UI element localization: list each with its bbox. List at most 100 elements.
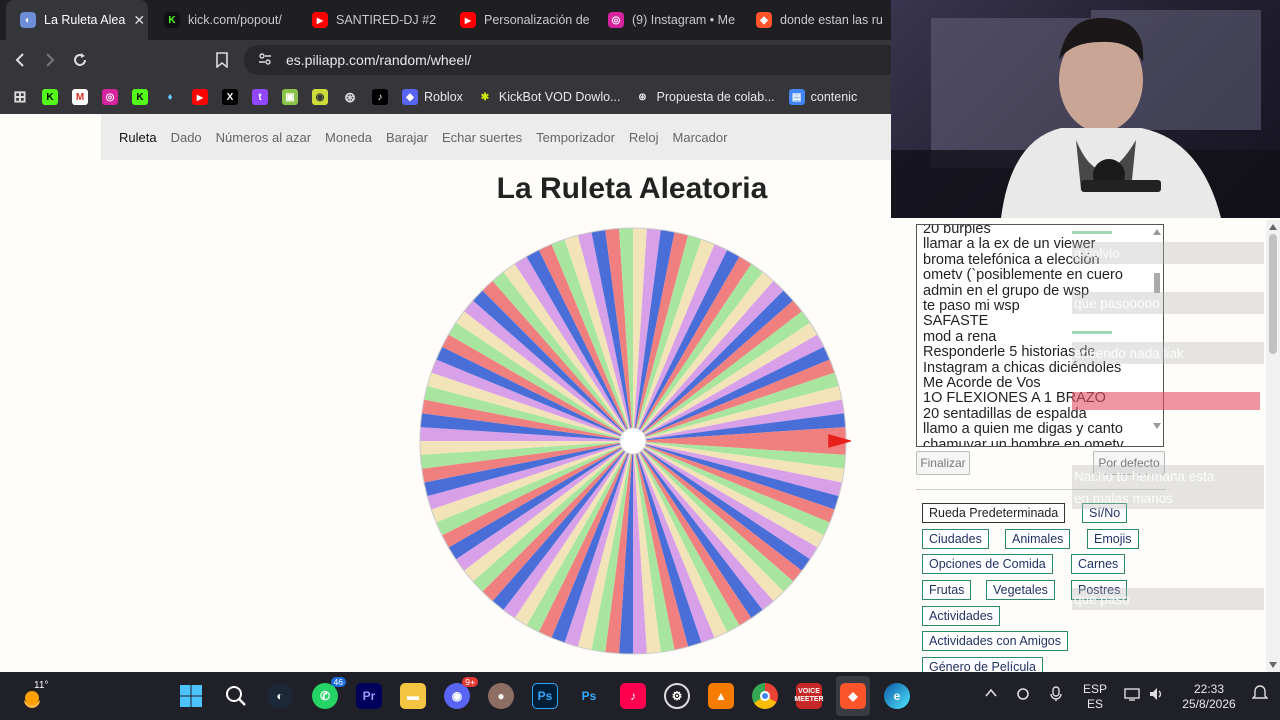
reload-icon[interactable]	[68, 48, 92, 72]
apps-grid-icon[interactable]: ⊞	[12, 89, 28, 106]
eye-bookmark-icon[interactable]: ◉	[312, 89, 328, 105]
nav-temporizador[interactable]: Temporizador	[536, 130, 615, 145]
edge-icon[interactable]: e	[884, 683, 910, 709]
forward-icon[interactable]	[38, 48, 62, 72]
argentina-bookmark-icon[interactable]: ♦	[162, 89, 178, 105]
gmail-bookmark-icon[interactable]: M	[72, 89, 88, 105]
tab-title: (9) Instagram • Me	[632, 13, 736, 27]
search-icon[interactable]	[223, 683, 249, 709]
tab-title: kick.com/popout/	[188, 13, 282, 27]
preset-vegetales[interactable]: Vegetales	[986, 580, 1055, 600]
brave-favicon-icon: ◆	[756, 12, 772, 28]
instagram-bookmark-icon[interactable]: ◎	[102, 89, 118, 105]
twitch-bookmark-icon[interactable]: t	[252, 89, 268, 105]
file-explorer-icon[interactable]: ▬	[400, 683, 426, 709]
clock[interactable]: 22:33 25/8/2026	[1178, 682, 1240, 712]
bookmark-kickbot[interactable]: ✱ KickBot VOD Dowlo...	[477, 89, 621, 105]
entry-line: chamuyar un hombre en ometv	[923, 436, 1124, 447]
finalize-button[interactable]: Finalizar	[916, 451, 970, 475]
preset-genero-de-pelicula[interactable]: Género de Película	[922, 657, 1044, 672]
chrome-icon[interactable]	[752, 683, 778, 709]
clock-date: 25/8/2026	[1182, 697, 1236, 711]
microphone-icon[interactable]	[1050, 686, 1062, 706]
nav-reloj[interactable]: Reloj	[629, 130, 659, 145]
url-text: es.piliapp.com/random/wheel/	[286, 52, 472, 68]
bookmark-contenido[interactable]: ▤ contenic	[788, 89, 857, 105]
random-wheel[interactable]	[415, 223, 851, 659]
preset-actividades-con-amigos[interactable]: Actividades con Amigos	[922, 631, 1069, 651]
tray-overflow-icon[interactable]	[984, 686, 998, 704]
premiere-pro-icon[interactable]: Pr	[356, 683, 382, 709]
photoshop-icon[interactable]: Ps	[532, 683, 558, 709]
bookmark-propuesta[interactable]: ⊛ Propuesta de colab...	[635, 89, 774, 105]
nav-moneda[interactable]: Moneda	[325, 130, 372, 145]
app-settings-icon[interactable]: ⚙	[664, 683, 690, 709]
tab-santired[interactable]: ▶ SANTIRED-DJ #2	[298, 0, 444, 40]
x-bookmark-icon[interactable]: X	[222, 89, 238, 105]
preset-actividades[interactable]: Actividades	[922, 606, 1000, 626]
preset-ciudades[interactable]: Ciudades	[922, 529, 989, 549]
windows-start-icon[interactable]	[178, 683, 204, 709]
nav-echar-suertes[interactable]: Echar suertes	[442, 130, 522, 145]
notifications-icon[interactable]	[1251, 684, 1269, 706]
weather-temp: 11°	[34, 680, 49, 691]
back-icon[interactable]	[8, 48, 32, 72]
whatsapp-icon[interactable]: ✆ 46	[312, 677, 346, 709]
page-scrollbar[interactable]	[1266, 220, 1280, 672]
discord-icon[interactable]: ◉ 9+	[444, 677, 478, 709]
fl-studio-icon[interactable]: ▲	[708, 683, 734, 709]
preset-emojis[interactable]: Emojis	[1087, 529, 1139, 549]
tab-title: donde estan las ru	[780, 13, 883, 27]
tiktok-studio-icon[interactable]: ♪	[620, 683, 646, 709]
kick-bookmark-icon[interactable]: K	[42, 89, 58, 105]
network-icon[interactable]	[1124, 686, 1140, 706]
input-language[interactable]: ESP ES	[1082, 682, 1108, 712]
entry-line: Me Acorde de Vos	[923, 375, 1041, 392]
preset-carnes[interactable]: Carnes	[1071, 554, 1126, 574]
chat-username: ▬▬▬▬	[1072, 226, 1112, 237]
youtube-bookmark-icon[interactable]: ▶	[192, 89, 208, 105]
voicemeeter-icon[interactable]: VOICE MEETER	[794, 683, 824, 709]
preset-animales[interactable]: Animales	[1005, 529, 1071, 549]
docs-icon: ▤	[788, 89, 805, 105]
address-bar[interactable]: es.piliapp.com/random/wheel/	[244, 45, 904, 75]
instagram-favicon-icon: ◎	[608, 12, 624, 28]
site-settings-icon[interactable]	[258, 52, 272, 69]
tab-ruleta[interactable]: ◐ La Ruleta Alea ✕	[6, 0, 148, 40]
page-title: La Ruleta Aleatoria	[496, 172, 768, 205]
obs-icon[interactable]: ●	[488, 683, 514, 709]
tab-personalizacion[interactable]: ▶ Personalización de	[446, 0, 592, 40]
discord-badge: 9+	[462, 677, 478, 687]
preset-rueda-predeterminada[interactable]: Rueda Predeterminada	[922, 503, 1066, 523]
nav-barajar[interactable]: Barajar	[386, 130, 428, 145]
nav-marcador[interactable]: Marcador	[673, 130, 728, 145]
steam-icon[interactable]: ◐	[267, 683, 293, 709]
nav-numeros[interactable]: Números al azar	[216, 130, 311, 145]
youtube-favicon-icon: ▶	[460, 12, 476, 28]
chat-message: que paso	[1072, 588, 1264, 610]
preset-opciones-de-comida[interactable]: Opciones de Comida	[922, 554, 1053, 574]
nav-ruleta[interactable]: Ruleta	[119, 130, 157, 145]
preset-frutas[interactable]: Frutas	[922, 580, 972, 600]
bookmark-icon[interactable]	[210, 48, 234, 72]
whatsapp-badge: 46	[330, 677, 346, 687]
photoshop-alt-icon[interactable]: Ps	[576, 683, 602, 709]
tab-title: Personalización de	[484, 13, 590, 27]
weather-widget[interactable]: 11°	[20, 680, 49, 710]
volume-icon[interactable]	[1148, 686, 1164, 706]
brave-icon[interactable]: ◆	[840, 683, 866, 709]
tab-instagram[interactable]: ◎ (9) Instagram • Me	[594, 0, 740, 40]
wheel-center-hub	[619, 427, 647, 455]
tab-kick[interactable]: K kick.com/popout/	[150, 0, 296, 40]
bookmark-roblox[interactable]: ◆ Roblox	[402, 89, 463, 105]
tab-title: La Ruleta Alea	[44, 13, 126, 27]
close-tab-icon[interactable]: ✕	[133, 12, 145, 29]
tab-brave-search[interactable]: ◆ donde estan las ru	[742, 0, 888, 40]
site-nav: Ruleta Dado Números al azar Moneda Baraj…	[101, 114, 901, 160]
tray-app-icon[interactable]	[1015, 686, 1031, 706]
tiktok-bookmark-icon[interactable]: ♪	[372, 89, 388, 105]
kick-bookmark-icon[interactable]: K	[132, 89, 148, 105]
image-bookmark-icon[interactable]: ▣	[282, 89, 298, 105]
nav-dado[interactable]: Dado	[171, 130, 202, 145]
openai-bookmark-icon[interactable]: ⊛	[342, 89, 358, 105]
